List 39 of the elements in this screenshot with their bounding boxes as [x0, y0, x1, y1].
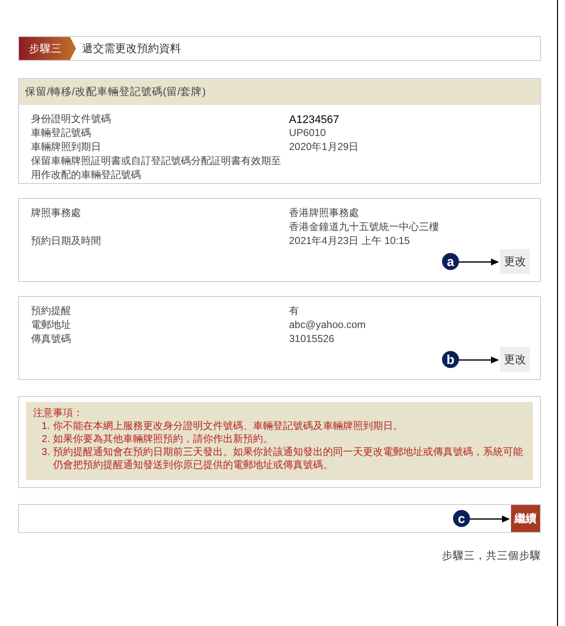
- field-value: 香港金鐘道九十五號統一中心三樓: [288, 221, 440, 235]
- field-label: 預約日期及時間: [31, 235, 102, 249]
- note-text: 你不能在本網上服務更改身分證明文件號碼、車輛登記號碼及車輛牌照到期日。: [53, 420, 404, 433]
- edit-button[interactable]: 更改: [500, 249, 530, 274]
- field-value: 有: [288, 305, 300, 319]
- field-label: 牌照事務處: [31, 207, 82, 221]
- continue-button[interactable]: 繼續: [511, 505, 540, 532]
- field-label: 用作改配的車輛登記號碼: [31, 169, 142, 183]
- arrow: [459, 356, 499, 364]
- field-value: abc@yahoo.com: [288, 319, 367, 333]
- callout-marker: a: [442, 253, 459, 270]
- note-number: 3.: [40, 446, 51, 460]
- field-label: 預約提醒: [31, 305, 72, 319]
- notes-heading: 注意事項：: [33, 407, 84, 420]
- step-title: 遞交需更改預約資料: [82, 42, 181, 56]
- field-value: UP6010: [288, 127, 327, 141]
- callout-marker: c: [453, 510, 470, 527]
- arrow: [459, 258, 499, 266]
- field-label: 傳真號碼: [31, 333, 72, 347]
- edit-button[interactable]: 更改: [500, 347, 530, 372]
- arrow: [470, 514, 510, 522]
- step-counter: 步驟三，共三個步驟: [441, 549, 541, 563]
- callout-marker: b: [442, 351, 459, 368]
- field-value: 2021年4月23日 上午 10:15: [288, 235, 411, 249]
- step-badge: 步驟三: [19, 37, 76, 60]
- field-value: 31015526: [288, 333, 336, 347]
- note-text: 預約提醒通知會在預約日期前三天發出。如果你於該通知發出的同一天更改電郵地址或傳真號碼，系統可能仍會把預約提醒通知發送到你原已提供的電郵地址或傳真號碼。: [53, 446, 524, 472]
- field-label: 身份證明文件號碼: [31, 113, 112, 127]
- note-number: 2.: [40, 433, 51, 446]
- field-label: 保留車輛牌照証明書或自訂登記號碼分配証明書有效期至: [31, 155, 282, 169]
- field-label: 車輛登記號碼: [31, 127, 92, 141]
- panel-header: 保留/轉移/改配車輛登記號碼(留/套牌): [19, 79, 540, 105]
- field-label: 電郵地址: [31, 319, 72, 333]
- field-value: A1234567: [288, 113, 340, 127]
- field-value: 2020年1月29日: [288, 141, 360, 155]
- field-value: 香港牌照事務處: [288, 207, 360, 221]
- note-number: 1.: [40, 420, 51, 433]
- field-label: 車輛牌照到期日: [31, 141, 102, 155]
- note-text: 如果你要為其他車輛牌照預約，請你作出新預約。: [53, 433, 274, 446]
